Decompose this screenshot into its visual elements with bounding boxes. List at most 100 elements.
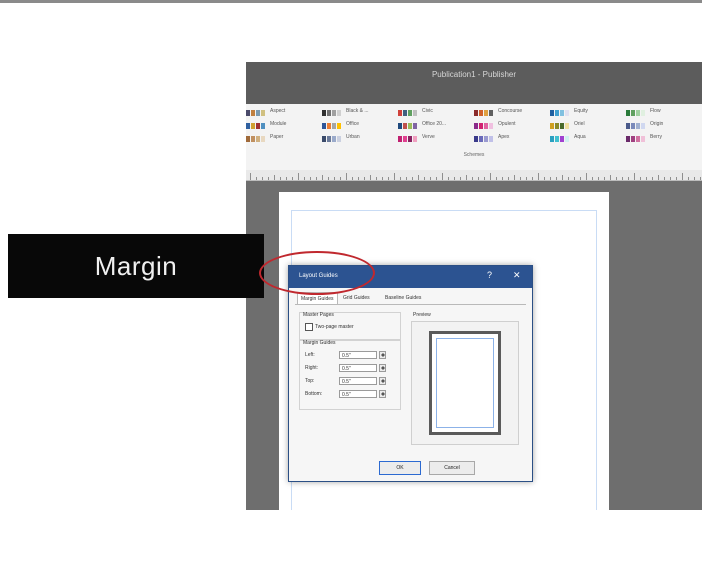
color-scheme-item[interactable]: Aspect xyxy=(246,108,320,120)
ruler-tick xyxy=(322,175,323,180)
color-swatch xyxy=(251,136,255,142)
ruler-tick xyxy=(370,175,371,180)
ruler-tick xyxy=(388,177,389,180)
horizontal-ruler[interactable] xyxy=(246,170,702,181)
color-scheme-item[interactable]: Office xyxy=(322,121,396,133)
bottom-margin-spinner[interactable] xyxy=(379,390,386,398)
ruler-tick xyxy=(514,175,515,180)
color-scheme-item[interactable]: Opulent xyxy=(474,121,548,133)
ruler-tick xyxy=(694,177,695,180)
ruler-tick xyxy=(682,173,683,180)
color-scheme-item[interactable]: Urban xyxy=(322,134,396,146)
color-swatch xyxy=(398,123,402,129)
ruler-tick xyxy=(502,177,503,180)
help-icon[interactable]: ? xyxy=(487,270,492,280)
color-scheme-name: Apex xyxy=(498,134,510,140)
bottom-margin-input[interactable]: 0.5" xyxy=(339,390,377,398)
color-swatch xyxy=(641,136,645,142)
ruler-tick xyxy=(670,177,671,180)
color-scheme-item[interactable]: Verve xyxy=(398,134,472,146)
color-swatch xyxy=(626,123,630,129)
color-swatch xyxy=(560,110,564,116)
color-scheme-item[interactable]: Flow xyxy=(626,108,700,120)
color-swatch xyxy=(489,110,493,116)
color-scheme-item[interactable]: Aqua xyxy=(550,134,624,146)
color-swatch xyxy=(327,110,331,116)
color-scheme-item[interactable]: Equity xyxy=(550,108,624,120)
color-swatch xyxy=(636,123,640,129)
color-scheme-item[interactable]: Oriel xyxy=(550,121,624,133)
color-swatch xyxy=(256,136,260,142)
ruler-tick xyxy=(466,175,467,180)
color-scheme-item[interactable]: Paper xyxy=(246,134,320,146)
ruler-tick xyxy=(592,177,593,180)
color-swatch xyxy=(560,123,564,129)
close-icon[interactable]: ✕ xyxy=(513,270,521,281)
ruler-tick xyxy=(274,175,275,180)
two-page-master-label: Two-page master xyxy=(315,324,354,330)
color-scheme-name: Verve xyxy=(422,134,435,140)
left-margin-spinner[interactable] xyxy=(379,351,386,359)
color-scheme-item[interactable]: Concourse xyxy=(474,108,548,120)
ruler-tick xyxy=(268,177,269,180)
color-swatch xyxy=(398,110,402,116)
ruler-tick xyxy=(562,175,563,180)
color-swatch xyxy=(555,136,559,142)
color-swatch xyxy=(636,136,640,142)
color-scheme-item[interactable]: Module xyxy=(246,121,320,133)
ruler-tick xyxy=(454,177,455,180)
window-title: Publication1 - Publisher xyxy=(431,70,517,79)
ruler-tick xyxy=(424,177,425,180)
color-swatch xyxy=(631,123,635,129)
ruler-tick xyxy=(550,177,551,180)
color-swatch xyxy=(474,123,478,129)
color-scheme-item[interactable]: Office 20... xyxy=(398,121,472,133)
color-swatch xyxy=(403,136,407,142)
ruler-tick xyxy=(436,177,437,180)
ruler-tick xyxy=(406,177,407,180)
tab-baseline-guides[interactable]: Baseline Guides xyxy=(385,292,421,304)
color-swatch xyxy=(261,123,265,129)
color-swatch xyxy=(560,136,564,142)
right-margin-input[interactable]: 0.5" xyxy=(339,364,377,372)
color-swatch xyxy=(246,110,250,116)
color-swatch xyxy=(555,123,559,129)
left-margin-input[interactable]: 0.5" xyxy=(339,351,377,359)
color-scheme-name: Aspect xyxy=(270,108,286,114)
ribbon: Aspect Black & ... Civic Concourse Equity Flo… xyxy=(246,104,702,171)
color-scheme-item[interactable]: Black & ... xyxy=(322,108,396,120)
color-scheme-item[interactable]: Apex xyxy=(474,134,548,146)
top-margin-input[interactable]: 0.5" xyxy=(339,377,377,385)
color-swatch xyxy=(626,136,630,142)
color-scheme-item[interactable]: Civic xyxy=(398,108,472,120)
right-margin-spinner[interactable] xyxy=(379,364,386,372)
ok-button[interactable]: OK xyxy=(379,461,421,475)
tab-divider xyxy=(295,304,526,305)
color-swatch xyxy=(403,123,407,129)
two-page-master-checkbox[interactable] xyxy=(305,323,313,331)
ruler-tick xyxy=(598,177,599,180)
tab-grid-guides[interactable]: Grid Guides xyxy=(343,292,370,304)
color-swatch xyxy=(327,123,331,129)
color-scheme-item[interactable]: Origin xyxy=(626,121,700,133)
ruler-tick xyxy=(538,173,539,180)
top-margin-spinner[interactable] xyxy=(379,377,386,385)
color-swatch xyxy=(550,110,554,116)
cancel-button[interactable]: Cancel xyxy=(429,461,475,475)
color-swatch xyxy=(398,136,402,142)
color-scheme-name: Concourse xyxy=(498,108,523,114)
color-swatch xyxy=(474,136,478,142)
ruler-tick xyxy=(688,177,689,180)
color-swatch xyxy=(261,110,265,116)
ruler-tick xyxy=(658,175,659,180)
color-swatch xyxy=(413,110,417,116)
color-swatch xyxy=(479,110,483,116)
preview-page xyxy=(429,331,501,435)
color-scheme-item[interactable]: Berry xyxy=(626,134,700,146)
ruler-tick xyxy=(394,173,395,180)
ruler-tick xyxy=(472,177,473,180)
ruler-tick xyxy=(526,177,527,180)
top-margin-label: Top: xyxy=(305,378,315,384)
color-swatch xyxy=(251,110,255,116)
color-swatch xyxy=(626,110,630,116)
